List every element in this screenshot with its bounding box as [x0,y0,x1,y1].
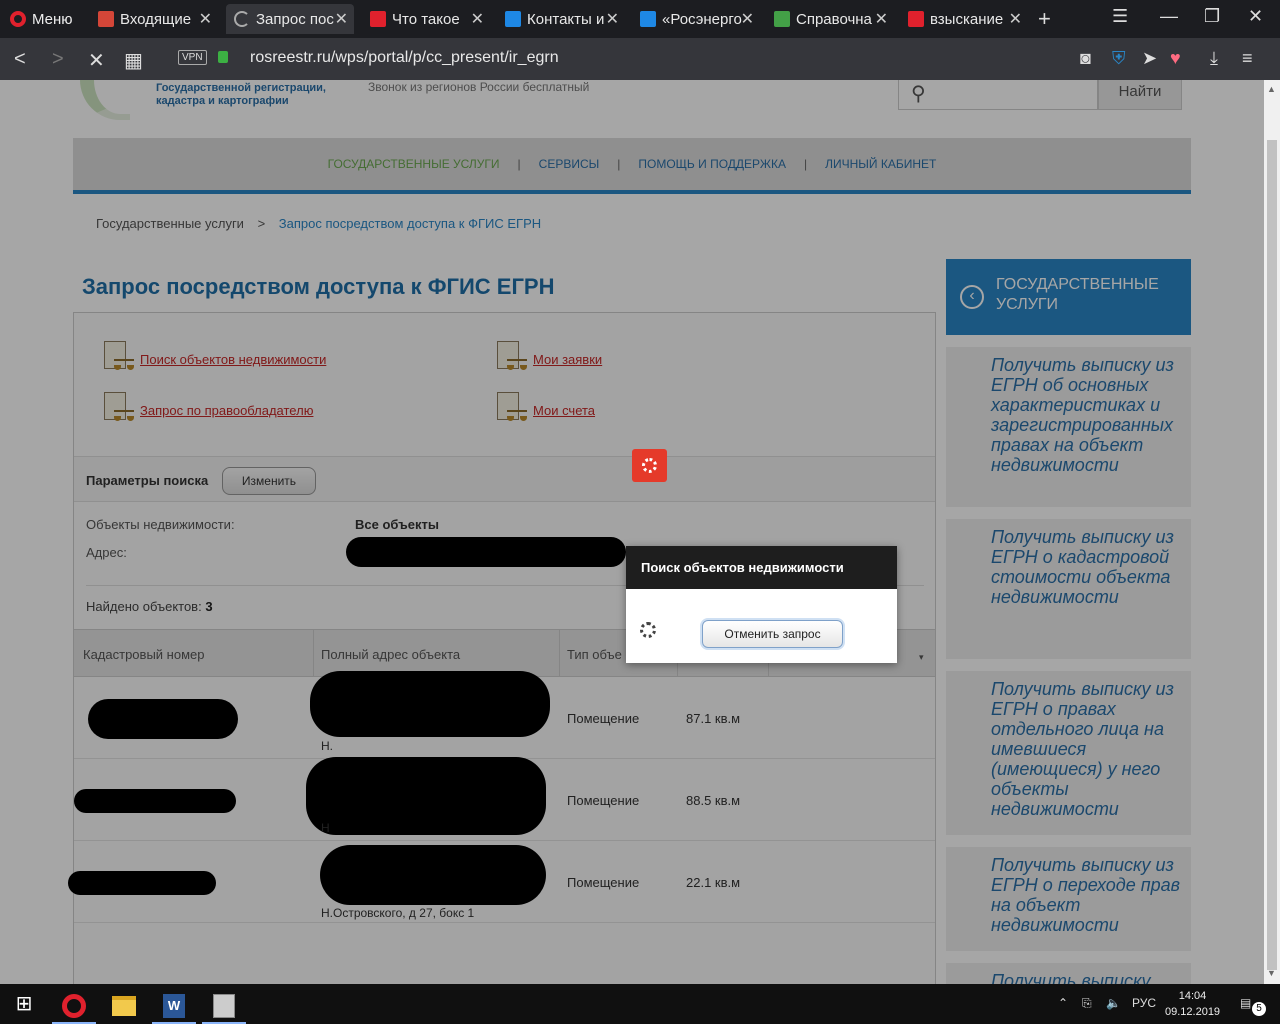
lock-icon[interactable] [218,51,228,63]
back-icon[interactable]: < [14,48,26,71]
tab-close-icon[interactable]: ✕ [875,9,888,29]
browser-tab[interactable]: Входящие ✕ [90,4,218,34]
notification-count: 5 [1252,1002,1266,1016]
tab-label: Контакты и [527,10,605,28]
menu-label: Меню [32,10,73,28]
modal-overlay [0,80,1264,984]
browser-tab[interactable]: Запрос пос ✕ [226,4,354,34]
taskbar-explorer-icon[interactable] [102,988,146,1024]
browser-tab-bar: Меню Входящие ✕ Запрос пос ✕ Что такое ✕ Конта… [0,0,1280,38]
tab-close-icon[interactable]: ✕ [335,9,348,29]
forward-icon[interactable]: > [52,48,64,71]
shield-icon[interactable]: ⛨ [1112,48,1126,69]
browser-tab[interactable]: Справочна ✕ [766,4,894,34]
tab-label: «Росэнерго [662,10,742,28]
rosenergo-icon [640,11,656,27]
browser-tab[interactable]: «Росэнерго ✕ [632,4,760,34]
new-tab-plus-icon[interactable]: + [1038,6,1051,32]
blue-square-icon [505,11,521,27]
opera-menu-button[interactable]: Меню [0,0,88,38]
send-icon[interactable]: ➤ [1142,48,1157,69]
loading-icon [234,11,250,27]
heart-icon[interactable]: ♥ [1170,48,1181,69]
tab-label: Входящие [120,10,192,28]
dialog-title: Поиск объектов недвижимости [626,546,897,589]
leaf-icon [774,11,790,27]
easy-setup-icon[interactable]: ≡ [1242,48,1253,69]
volume-icon[interactable]: 🔈 [1106,996,1121,1010]
clock-date: 09.12.2019 [1165,1006,1221,1018]
tab-close-icon[interactable]: ✕ [741,9,754,29]
notification-center-icon[interactable]: ▤ [1240,996,1251,1010]
tab-menu-icon[interactable]: ☰ [1112,6,1128,27]
network-icon[interactable]: ⎘ [1082,996,1092,1011]
cancel-request-button[interactable]: Отменить запрос [702,620,843,648]
red-square-icon [908,11,924,27]
windows-start-icon[interactable]: ⊞ [2,988,46,1024]
windows-taskbar: ⊞ W ⌃ ⎘ 🔈 РУС 14:04 09.12.2019 ▤ 5 [0,984,1280,1024]
taskbar-word-icon[interactable]: W [152,988,196,1024]
tab-label: взыскание [930,10,1004,28]
loading-spinner-icon [632,449,667,482]
camera-icon[interactable]: ◙ [1080,48,1091,69]
vpn-badge[interactable]: VPN [178,50,207,65]
opera-logo-icon [10,11,26,27]
maximize-icon[interactable]: ❐ [1204,6,1220,27]
browser-tab[interactable]: Что такое ✕ [362,4,490,34]
language-indicator[interactable]: РУС [1132,996,1156,1010]
taskbar-app-icon[interactable] [202,988,246,1024]
tab-close-icon[interactable]: ✕ [606,9,619,29]
stop-icon[interactable]: ✕ [88,48,105,73]
dialog-spinner-icon [640,622,656,638]
page-scrollbar[interactable]: ▲ ▼ [1264,80,1280,984]
taskbar-opera-icon[interactable] [52,988,96,1024]
browser-tab[interactable]: Контакты и ✕ [497,4,625,34]
tab-label: Что такое [392,10,460,28]
red-square-icon [370,11,386,27]
browser-tab[interactable]: взыскание ✕ [900,4,1028,34]
clock[interactable]: 14:04 09.12.2019 [1165,988,1220,1020]
tab-close-icon[interactable]: ✕ [471,9,484,29]
url-field[interactable]: rosreestr.ru/wps/portal/p/cc_present/ir_… [250,49,559,67]
close-window-icon[interactable]: ✕ [1248,6,1263,27]
tab-label: Справочна [796,10,872,28]
clock-time: 14:04 [1178,990,1207,1002]
address-bar: < > ✕ ▦ VPN rosreestr.ru/wps/portal/p/cc… [0,38,1280,80]
tab-close-icon[interactable]: ✕ [199,9,212,29]
search-progress-dialog: Поиск объектов недвижимости Отменить зап… [626,546,897,663]
scroll-down-icon[interactable]: ▼ [1267,968,1276,978]
tab-close-icon[interactable]: ✕ [1009,9,1022,29]
gmail-icon [98,11,114,27]
download-icon[interactable]: ⤓ [1210,48,1218,69]
scrollbar-thumb[interactable] [1267,140,1277,970]
speed-dial-icon[interactable]: ▦ [124,48,143,73]
scroll-up-icon[interactable]: ▲ [1267,84,1276,94]
minimize-icon[interactable]: — [1160,6,1178,27]
tray-chevron-icon[interactable]: ⌃ [1058,996,1068,1010]
tab-label: Запрос пос [256,10,334,28]
